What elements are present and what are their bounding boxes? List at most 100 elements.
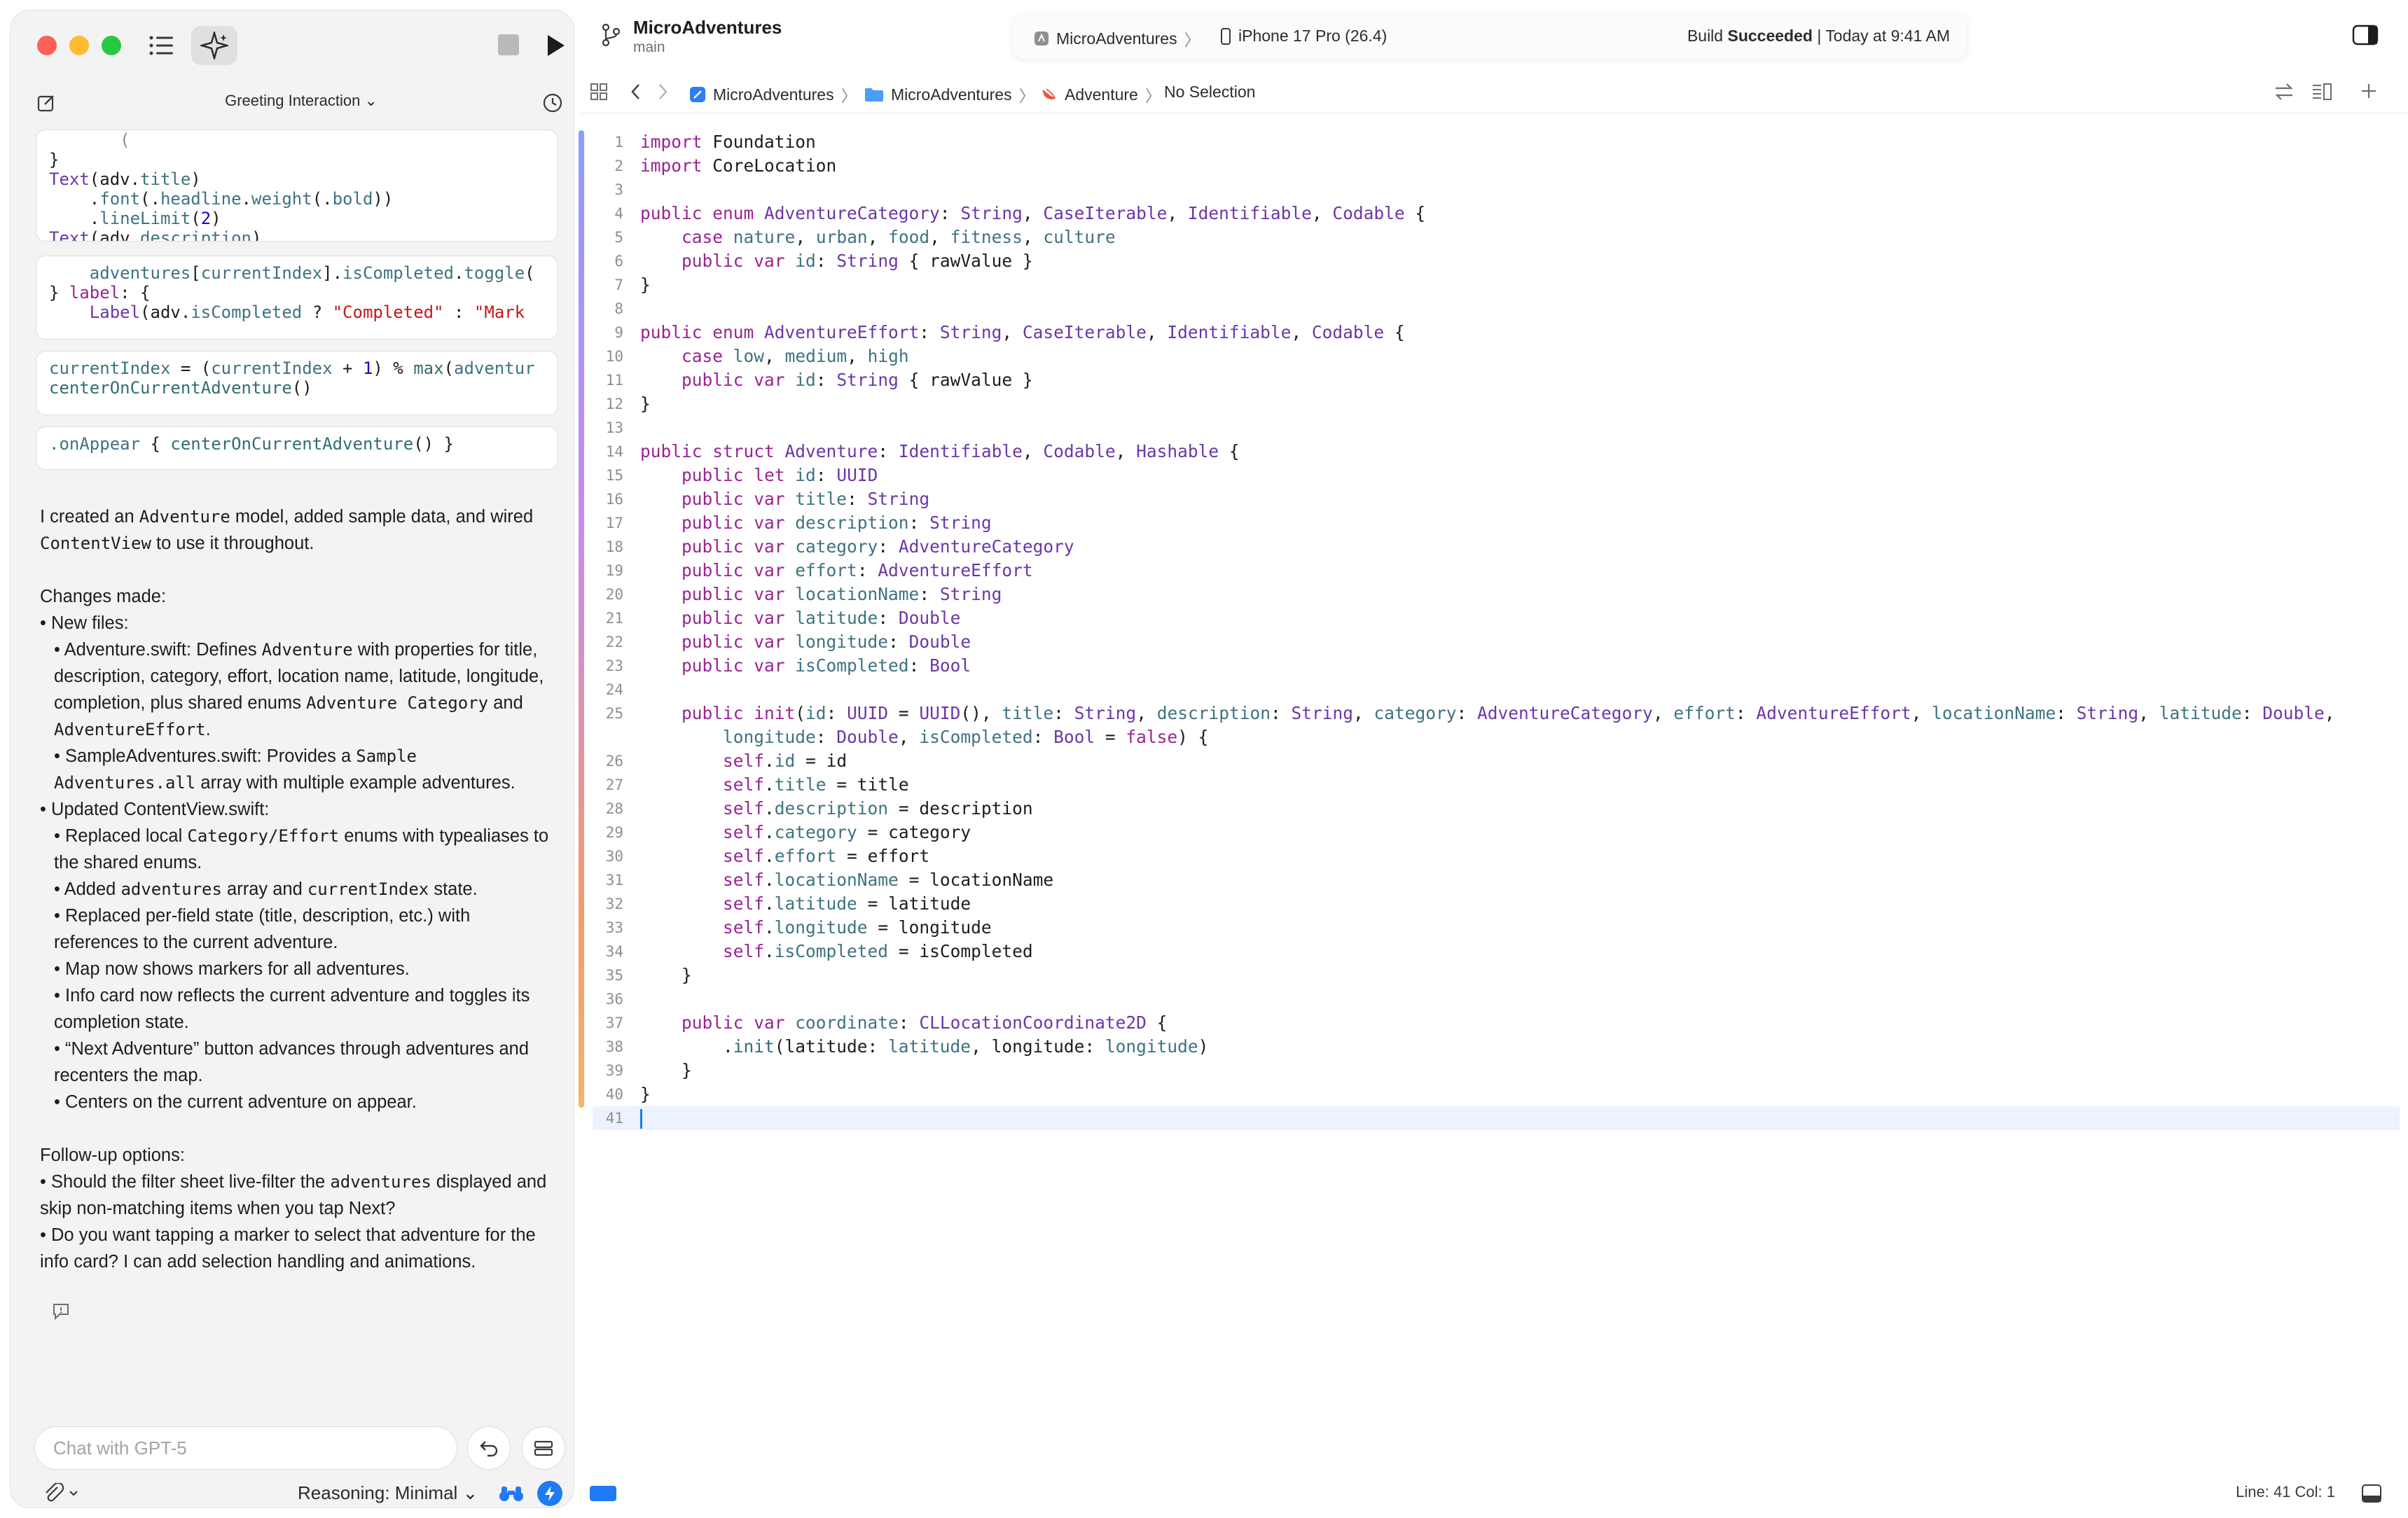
build-status: Build Succeeded | Today at 9:41 AM bbox=[1687, 27, 1950, 45]
zoom-window-button[interactable] bbox=[102, 36, 121, 55]
branch-icon[interactable] bbox=[597, 21, 625, 49]
code-line: 31 self.locationName = locationName bbox=[605, 870, 1054, 890]
assistant-reply: I created an Adventure model, added samp… bbox=[40, 507, 549, 1272]
code-snippet[interactable]: adventures[currentIndex].isCompleted.tog… bbox=[36, 256, 558, 340]
code-line: 22 public var longitude: Double bbox=[605, 632, 971, 652]
code-line: 7} bbox=[614, 274, 651, 295]
code-line: 29 self.category = category bbox=[605, 822, 971, 842]
code-line: 3 bbox=[614, 181, 623, 198]
forward-arrow-icon[interactable] bbox=[657, 83, 668, 101]
text-cursor bbox=[640, 1109, 642, 1129]
code-line: 12} bbox=[605, 394, 651, 414]
code-line: 20 public var locationName: String bbox=[605, 584, 1002, 604]
current-code-line[interactable]: 41 bbox=[593, 1106, 2400, 1130]
code-line: 1 import Foundation bbox=[614, 132, 816, 152]
folder-icon bbox=[865, 88, 883, 102]
conversation-title-menu[interactable]: Greeting Interaction ⌄ bbox=[151, 92, 452, 110]
code-line: 8 bbox=[614, 300, 623, 317]
source-editor[interactable]: 1 import Foundation 2 import CoreLocation … bbox=[593, 130, 2400, 1130]
chevron-down-icon: ⌄ bbox=[364, 92, 378, 109]
undo-button[interactable] bbox=[467, 1426, 511, 1470]
breadcrumb-folder[interactable]: MicroAdventures 〉 bbox=[864, 83, 1035, 106]
chevron-right-icon: 〉 bbox=[1184, 31, 1200, 49]
code-line: 38 .init(latitude: latitude, longitude: … bbox=[605, 1036, 1209, 1057]
app-icon bbox=[1035, 32, 1049, 46]
history-clock-icon[interactable] bbox=[537, 88, 568, 118]
code-line: 15 public let id: UUID bbox=[605, 465, 878, 485]
scheme-selector[interactable]: MicroAdventures 〉 bbox=[1034, 27, 1200, 50]
cursor-position: Line: 41 Col: 1 bbox=[2236, 1483, 2335, 1500]
stop-icon[interactable] bbox=[498, 34, 519, 55]
code-line: 34 self.isCompleted = isCompleted bbox=[605, 941, 1033, 961]
code-snippet[interactable]: .onAppear { centerOnCurrentAdventure() } bbox=[36, 426, 558, 470]
bolt-icon[interactable] bbox=[537, 1481, 562, 1506]
sparkle-assistant-icon[interactable] bbox=[191, 26, 237, 65]
xcode-project-icon bbox=[690, 87, 705, 102]
binoculars-icon[interactable] bbox=[494, 1479, 529, 1507]
device-selector[interactable]: iPhone 17 Pro (26.4) bbox=[1220, 27, 1387, 46]
editor-status-bar bbox=[581, 1468, 2408, 1518]
code-line: 35 } bbox=[605, 965, 692, 985]
chevron-down-icon: ⌄ bbox=[462, 1482, 478, 1503]
back-arrow-icon[interactable] bbox=[630, 83, 642, 101]
code-line: 5 case nature, urban, food, fitness, cul… bbox=[614, 227, 1116, 247]
code-line: 36 bbox=[605, 991, 623, 1008]
undo-icon bbox=[480, 1441, 498, 1457]
list-icon[interactable] bbox=[139, 27, 184, 64]
chevron-right-icon: 〉 bbox=[1018, 87, 1035, 105]
change-indicator-bar bbox=[579, 130, 584, 1108]
code-line: 18 public var category: AdventureCategor… bbox=[605, 536, 1074, 557]
code-line: 37 public var coordinate: CLLocationCoor… bbox=[605, 1012, 1168, 1033]
code-line: 39 } bbox=[605, 1060, 692, 1080]
code-line: 25 public init(id: UUID = UUID(), title:… bbox=[605, 703, 2335, 723]
related-items-icon[interactable] bbox=[2274, 83, 2295, 101]
code-line: 16 public var title: String bbox=[605, 489, 930, 509]
chevron-right-icon: 〉 bbox=[1144, 87, 1161, 105]
minimap-toggle-icon[interactable] bbox=[2311, 83, 2332, 101]
activity-status: MicroAdventures 〉 iPhone 17 Pro (26.4) B… bbox=[1013, 13, 1967, 59]
code-line: 9 public enum AdventureEffort: String, Ca… bbox=[614, 322, 1405, 342]
code-line: 11 public var id: String { rawValue } bbox=[605, 370, 1033, 390]
breadcrumb-project[interactable]: MicroAdventures 〉 bbox=[689, 83, 857, 106]
debug-area-toggle-icon[interactable] bbox=[2359, 1482, 2384, 1505]
code-line: 33 self.longitude = longitude bbox=[605, 917, 992, 938]
code-line: 32 self.latitude = latitude bbox=[605, 893, 971, 914]
iphone-icon bbox=[1221, 27, 1231, 45]
code-line: 17 public var description: String bbox=[605, 513, 992, 533]
new-chat-icon[interactable] bbox=[29, 89, 64, 117]
breakpoint-toggle-icon[interactable] bbox=[590, 1486, 616, 1501]
code-line: 21 public var latitude: Double bbox=[605, 608, 961, 628]
grid-icon[interactable] bbox=[590, 83, 608, 101]
code-line: longitude: Double, isCompleted: Bool = f… bbox=[723, 727, 1209, 747]
code-snippet[interactable]: currentIndex = (currentIndex + 1) % max(… bbox=[36, 351, 558, 415]
swift-file-icon bbox=[1042, 88, 1056, 99]
chat-input[interactable]: Chat with GPT-5 bbox=[34, 1426, 457, 1470]
reasoning-menu[interactable]: Reasoning: Minimal ⌄ bbox=[298, 1482, 478, 1504]
feedback-icon[interactable] bbox=[46, 1297, 76, 1325]
code-line: 14 public struct Adventure: Identifiable,… bbox=[605, 441, 1240, 461]
chevron-right-icon: 〉 bbox=[840, 87, 857, 105]
code-line: 6 public var id: String { rawValue } bbox=[614, 251, 1033, 271]
breadcrumb-selection[interactable]: No Selection bbox=[1164, 83, 1255, 102]
context-button[interactable] bbox=[522, 1426, 565, 1470]
code-line: 28 self.description = description bbox=[605, 798, 1033, 819]
code-line: 2 import CoreLocation bbox=[614, 155, 837, 176]
add-editor-icon[interactable] bbox=[2360, 83, 2377, 99]
assistant-sidebar: Greeting Interaction ⌄ ( } Text(adv.titl… bbox=[10, 10, 574, 1508]
inspector-toggle-icon[interactable] bbox=[2348, 20, 2383, 50]
branch-name: main bbox=[633, 39, 665, 55]
code-line: 4 public enum AdventureCategory: String, … bbox=[614, 203, 1426, 223]
run-play-icon[interactable] bbox=[537, 27, 574, 64]
minimize-window-button[interactable] bbox=[69, 36, 89, 55]
stack-icon bbox=[534, 1440, 553, 1456]
paperclip-icon[interactable] bbox=[37, 1479, 86, 1507]
jump-bar: MicroAdventures 〉 MicroAdventures 〉 Advent… bbox=[581, 74, 2408, 113]
breadcrumb-file[interactable]: Adventure 〉 bbox=[1041, 83, 1161, 106]
close-window-button[interactable] bbox=[37, 36, 57, 55]
code-line: 13 bbox=[605, 419, 623, 436]
code-snippet[interactable]: ( } Text(adv.title) .font(.headline.weig… bbox=[36, 130, 558, 242]
project-name[interactable]: MicroAdventures bbox=[633, 17, 782, 39]
code-line: 40} bbox=[605, 1084, 651, 1104]
code-line: 27 self.title = title bbox=[605, 774, 909, 795]
code-line: 30 self.effort = effort bbox=[605, 846, 930, 866]
